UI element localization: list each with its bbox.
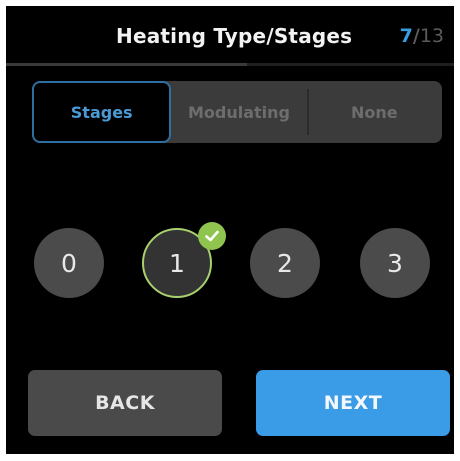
next-button[interactable]: NEXT bbox=[256, 370, 450, 436]
progress-fill bbox=[6, 63, 248, 66]
step-total: 13 bbox=[419, 25, 444, 47]
check-icon bbox=[198, 222, 226, 250]
thermostat-screen: Heating Type/Stages 7/13 Stages Modulati… bbox=[6, 6, 454, 454]
page-title: Heating Type/Stages bbox=[116, 24, 353, 48]
check-mark bbox=[205, 230, 219, 242]
tab-stages[interactable]: Stages bbox=[32, 81, 172, 143]
back-button[interactable]: BACK bbox=[28, 370, 222, 436]
heating-type-selector: Stages Modulating None bbox=[32, 81, 442, 143]
tab-modulating[interactable]: Modulating bbox=[171, 81, 306, 143]
stage-selector: 0 1 2 3 bbox=[34, 222, 444, 300]
tab-none[interactable]: None bbox=[306, 81, 442, 143]
step-current: 7 bbox=[399, 25, 413, 47]
header: Heating Type/Stages 7/13 bbox=[6, 6, 454, 66]
stage-option-2[interactable]: 2 bbox=[250, 228, 320, 298]
stage-option-3[interactable]: 3 bbox=[360, 228, 430, 298]
step-separator: / bbox=[412, 25, 420, 47]
step-indicator: 7/13 bbox=[400, 25, 444, 47]
stage-option-0[interactable]: 0 bbox=[34, 228, 104, 298]
progress-bar bbox=[6, 63, 454, 66]
